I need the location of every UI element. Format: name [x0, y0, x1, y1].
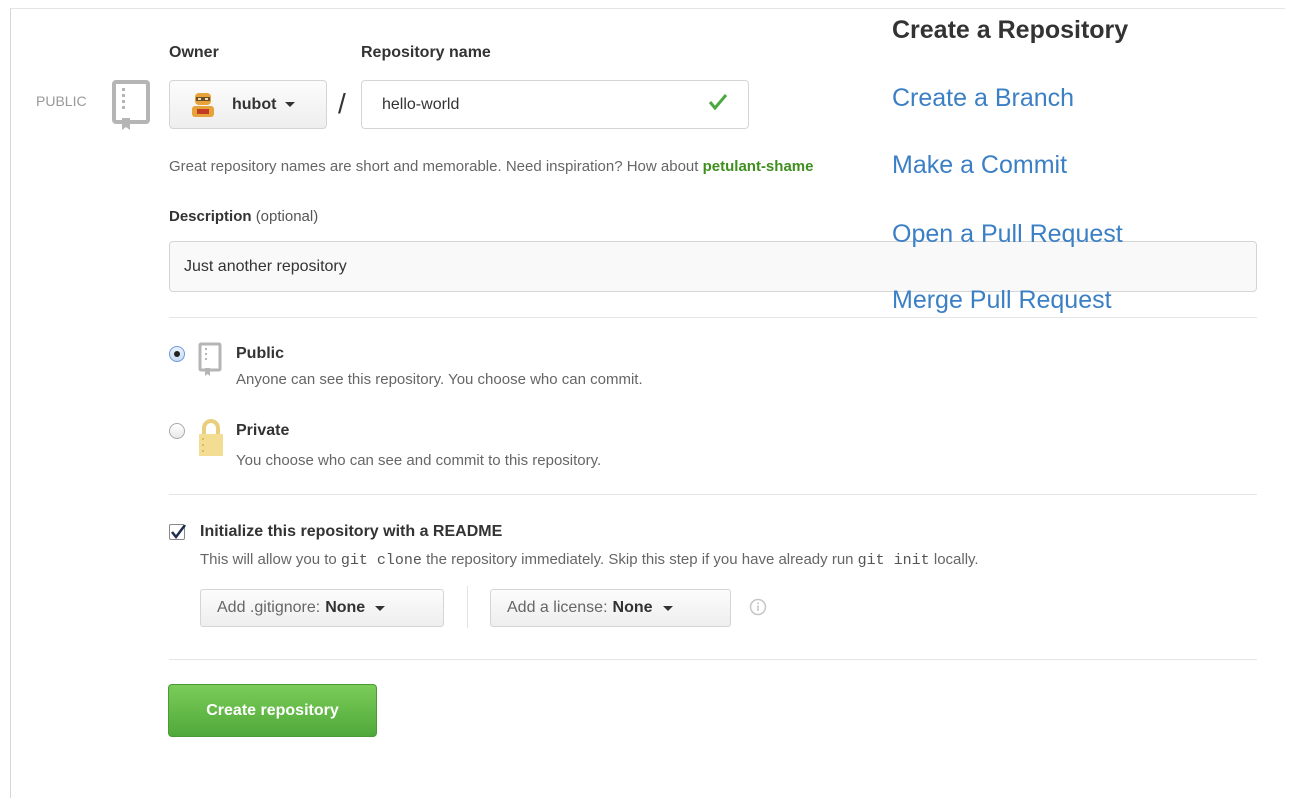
- owner-repo-separator: /: [338, 88, 346, 119]
- owner-name: hubot: [232, 95, 277, 113]
- init-readme-checkbox[interactable]: [169, 524, 186, 540]
- avatar: [188, 90, 218, 120]
- divider: [467, 586, 468, 628]
- sidebar-link-open-pull-request[interactable]: Open a Pull Request: [892, 220, 1123, 249]
- check-icon: [708, 93, 728, 116]
- repo-icon: [112, 80, 150, 137]
- repo-name-input[interactable]: hello-world: [361, 80, 749, 129]
- checkbox-icon: [171, 524, 186, 540]
- private-description: You choose who can see and commit to thi…: [236, 452, 602, 469]
- name-hint: Great repository names are short and mem…: [169, 158, 814, 175]
- repo-name-value: hello-world: [382, 95, 460, 113]
- gitignore-dropdown[interactable]: Add .gitignore: None: [200, 589, 444, 627]
- sidebar-link-make-commit[interactable]: Make a Commit: [892, 151, 1067, 180]
- sidebar-title: Create a Repository: [892, 16, 1129, 44]
- description-label: Description (optional): [169, 208, 319, 225]
- license-dropdown[interactable]: Add a license: None: [490, 589, 731, 627]
- divider: [169, 317, 1257, 318]
- create-repository-button[interactable]: Create repository: [168, 684, 377, 737]
- sidebar-link-create-branch[interactable]: Create a Branch: [892, 84, 1074, 113]
- public-radio[interactable]: [169, 346, 185, 362]
- name-suggestion[interactable]: petulant-shame: [703, 158, 814, 175]
- private-radio[interactable]: [169, 423, 185, 439]
- info-icon[interactable]: [749, 598, 767, 616]
- repo-icon: [198, 342, 222, 383]
- public-title: Public: [236, 345, 285, 362]
- sidebar-link-merge-pull-request[interactable]: Merge Pull Request: [892, 286, 1112, 315]
- lock-icon: [198, 418, 224, 463]
- chevron-down-icon: [375, 605, 386, 611]
- chevron-down-icon: [662, 605, 673, 611]
- public-description: Anyone can see this repository. You choo…: [236, 371, 643, 388]
- init-readme-title: Initialize this repository with a README: [200, 523, 503, 540]
- chevron-down-icon: [285, 102, 296, 107]
- owner-label: Owner: [169, 44, 219, 61]
- description-value: Just another repository: [184, 257, 347, 275]
- repo-name-label: Repository name: [361, 44, 491, 61]
- private-title: Private: [236, 422, 290, 439]
- init-readme-description: This will allow you to git clone the rep…: [200, 551, 979, 569]
- visibility-badge: PUBLIC: [36, 93, 87, 109]
- divider: [169, 659, 1257, 660]
- divider: [169, 494, 1257, 495]
- owner-select[interactable]: hubot: [169, 80, 327, 129]
